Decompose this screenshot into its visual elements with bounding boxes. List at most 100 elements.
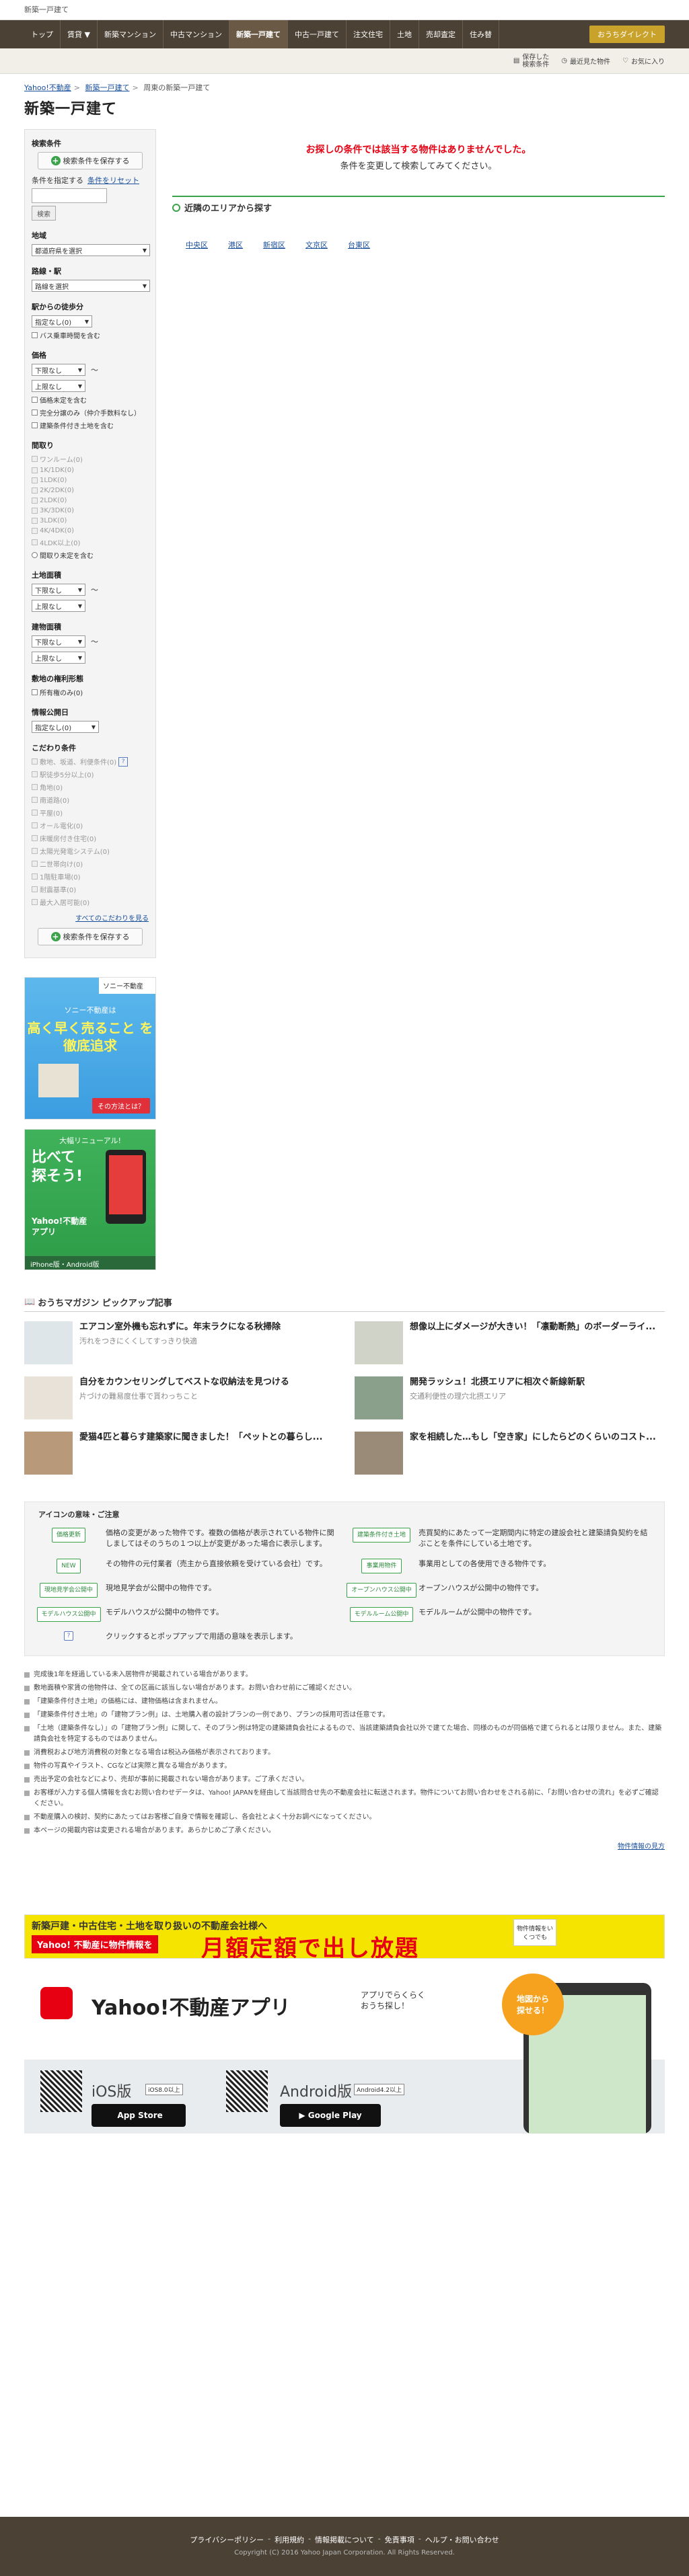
detail-checkbox[interactable]: 床暖房付き住宅(0)	[32, 833, 149, 843]
area-link[interactable]: 台東区	[348, 239, 370, 250]
open-house-badge: オープンハウス公開中	[347, 1583, 416, 1598]
chevron-down-icon: ▼	[84, 318, 89, 325]
detail-checkbox[interactable]: 南道路(0)	[32, 795, 149, 805]
checkbox-icon	[32, 477, 38, 483]
detail-checkbox[interactable]: 二世帯向け(0)	[32, 859, 149, 869]
price-all-in-checkbox[interactable]: 完全分譲のみ（仲介手数料なし）	[32, 407, 149, 418]
range-tilde: 〜	[91, 366, 98, 375]
chevron-down-icon: ▼	[77, 638, 82, 645]
ownership-checkbox[interactable]: 所有権のみ(0)	[32, 687, 149, 697]
article-thumbnail	[355, 1376, 403, 1419]
detail-checkbox[interactable]: 敷地、坂道、利便条件(0)?	[32, 756, 149, 767]
plus-icon: +	[50, 156, 61, 165]
building-upper-select[interactable]: 上限なし ▼	[32, 652, 85, 664]
detail-checkbox[interactable]: 1階駐車場(0)	[32, 871, 149, 882]
layout-checkbox[interactable]: 2LDK(0)	[32, 497, 149, 504]
saved-conditions-link[interactable]: ▤ 保存した 検索条件	[513, 54, 549, 69]
price-conditional-land-checkbox[interactable]: 建築条件付き土地を含む	[32, 420, 149, 430]
google-play-button[interactable]: ▶ Google Play	[280, 2104, 381, 2127]
checkbox-icon	[32, 758, 38, 765]
nav-land[interactable]: 土地	[390, 20, 419, 48]
land-area-heading: 土地面積	[32, 571, 61, 580]
breadcrumb-new-house[interactable]: 新築一戸建て	[85, 83, 130, 92]
article-card[interactable]: 想像以上にダメージが大きい！「凛動断熱」のボーダーライ...	[355, 1321, 665, 1364]
favorites-link[interactable]: ♡ お気に入り	[622, 56, 665, 66]
layout-checkbox[interactable]: 1LDK(0)	[32, 477, 149, 484]
walk-select[interactable]: 指定なし(0) ▼	[32, 315, 92, 327]
article-thumbnail	[355, 1321, 403, 1364]
help-link[interactable]: ヘルプ・お問い合わせ	[425, 2534, 499, 2545]
save-conditions-button[interactable]: + 検索条件を保存する	[38, 152, 143, 169]
detail-checkbox[interactable]: 最大入居可能(0)	[32, 897, 149, 907]
nav-new-house[interactable]: 新築一戸建て	[229, 20, 288, 48]
reset-conditions-link[interactable]: 条件をリセット	[87, 175, 139, 186]
price-undecided-checkbox[interactable]: 価格未定を含む	[32, 395, 149, 405]
bullet-icon	[24, 1777, 30, 1783]
article-card[interactable]: 自分をカウンセリングしてベストな収納法を見つける 片づけの難易度仕事で貰わっちこと	[24, 1376, 334, 1419]
nav-custom-house[interactable]: 注文住宅	[347, 20, 390, 48]
sidebar: 検索条件 + 検索条件を保存する 条件を指定する 条件をリセット 検索 地域 都…	[24, 129, 156, 1270]
bullet-icon	[24, 1726, 30, 1731]
layout-checkbox[interactable]: 3K/3DK(0)	[32, 507, 149, 514]
area-link[interactable]: 新宿区	[263, 239, 285, 250]
layout-checkbox[interactable]: 2K/2DK(0)	[32, 487, 149, 494]
layout-checkbox[interactable]: 3LDK(0)	[32, 517, 149, 524]
publish-date-select[interactable]: 指定なし(0) ▼	[32, 721, 99, 733]
layout-checkbox[interactable]: ワンルーム(0)	[32, 454, 149, 464]
nav-new-mansion[interactable]: 新築マンション	[98, 20, 164, 48]
layout-undecided-toggle[interactable]: 間取り未定を含む	[32, 550, 149, 560]
detail-checkbox[interactable]: オール電化(0)	[32, 820, 149, 830]
price-upper-select[interactable]: 上限なし ▼	[32, 380, 85, 392]
detail-checkbox[interactable]: 平屋(0)	[32, 808, 149, 818]
privacy-link[interactable]: プライバシーポリシー	[190, 2534, 264, 2545]
nav-top[interactable]: トップ	[24, 20, 61, 48]
keyword-input[interactable]	[32, 188, 107, 203]
global-nav: トップ 賃貸 ▼ 新築マンション 中古マンション 新築一戸建て 中古一戸建て 注…	[0, 20, 689, 48]
prefecture-select[interactable]: 都道府県を選択 ▼	[32, 244, 150, 256]
terms-link[interactable]: 利用規約	[275, 2534, 304, 2545]
layout-checkbox[interactable]: 4K/4DK(0)	[32, 527, 149, 535]
price-lower-select[interactable]: 下限なし ▼	[32, 364, 85, 376]
footer: プライバシーポリシー - 利用規約 - 情報掲載について - 免責事項 - ヘルプ・お問…	[0, 2517, 689, 2576]
land-upper-select[interactable]: 上限なし ▼	[32, 600, 85, 612]
article-card[interactable]: 愛猫4匹と暮らす建築家に聞きました！「ペットとの暮らし...	[24, 1432, 334, 1475]
help-icon[interactable]: ?	[118, 756, 129, 767]
nav-used-mansion[interactable]: 中古マンション	[164, 20, 229, 48]
listing-info-link[interactable]: 情報掲載について	[315, 2534, 374, 2545]
nav-used-house[interactable]: 中古一戸建て	[288, 20, 347, 48]
layout-checkbox[interactable]: 1K/1DK(0)	[32, 467, 149, 474]
article-card[interactable]: 開発ラッシュ！北摂エリアに相次ぐ新線新駅 交通利便性の理穴北摂エリア	[355, 1376, 665, 1419]
notes-section: 完成後1年を経過している未入居物件が掲載されている場合があります。 敷地面積や家…	[24, 1670, 665, 1852]
article-card[interactable]: 家を相続した…もし「空き家」にしたらどのくらいのコスト...	[355, 1432, 665, 1475]
realtor-banner[interactable]: 新築戸建・中古住宅・土地を取り扱いの不動産会社様へ Yahoo! 不動産に物件情…	[24, 1914, 665, 1959]
land-lower-select[interactable]: 下限なし ▼	[32, 584, 85, 596]
nav-sell[interactable]: 売却査定	[419, 20, 463, 48]
search-button[interactable]: 検索	[32, 206, 56, 221]
sony-ad-banner[interactable]: ソニー不動産 ソニー不動産は 高く早く売ること を 徹底追求 その方法とは？	[24, 977, 156, 1120]
no-results-message: お探しの条件では該当する物件はありませんでした。 条件を変更して検索してみてくだ…	[305, 145, 532, 171]
app-ad-banner[interactable]: 大幅リニューアル! 比べて 探そう! Yahoo!不動産 アプリ iPhone版…	[24, 1129, 156, 1270]
bus-checkbox[interactable]: バス乗車時間を含む	[32, 330, 149, 340]
area-link[interactable]: 文京区	[305, 239, 328, 250]
app-store-button[interactable]: App Store	[92, 2104, 186, 2127]
how-to-read-link[interactable]: 物件情報の見方	[618, 1843, 665, 1850]
disclaimer-link[interactable]: 免責事項	[385, 2534, 414, 2545]
copyright: Copyright (C) 2016 Yahoo Japan Corporati…	[234, 2549, 455, 2557]
route-select[interactable]: 路線を選択 ▼	[32, 280, 150, 292]
building-lower-select[interactable]: 下限なし ▼	[32, 635, 85, 648]
nav-rent[interactable]: 賃貸 ▼	[61, 20, 98, 48]
all-details-link[interactable]: すべてのこだわりを見る	[75, 915, 149, 923]
article-card[interactable]: エアコン室外機も忘れずに。年末ラクになる秋掃除 汚れをつきにくくしてすっきり快適	[24, 1321, 334, 1364]
recently-viewed-link[interactable]: ◷ 最近見た物件	[561, 56, 610, 66]
detail-checkbox[interactable]: 角地(0)	[32, 782, 149, 792]
detail-checkbox[interactable]: 駅徒歩5分以上(0)	[32, 769, 149, 779]
nav-move[interactable]: 住み替	[463, 20, 499, 48]
detail-checkbox[interactable]: 太陽光発電システム(0)	[32, 846, 149, 856]
area-link[interactable]: 中央区	[186, 239, 208, 250]
detail-checkbox[interactable]: 耐震基準(0)	[32, 884, 149, 894]
layout-checkbox[interactable]: 4LDK以上(0)	[32, 537, 149, 547]
nav-direct-button[interactable]: おうちダイレクト	[589, 26, 665, 43]
save-conditions-button-bottom[interactable]: + 検索条件を保存する	[38, 928, 143, 945]
breadcrumb-yahoo-realestate[interactable]: Yahoo!不動産	[24, 83, 71, 92]
area-link[interactable]: 港区	[228, 239, 243, 250]
